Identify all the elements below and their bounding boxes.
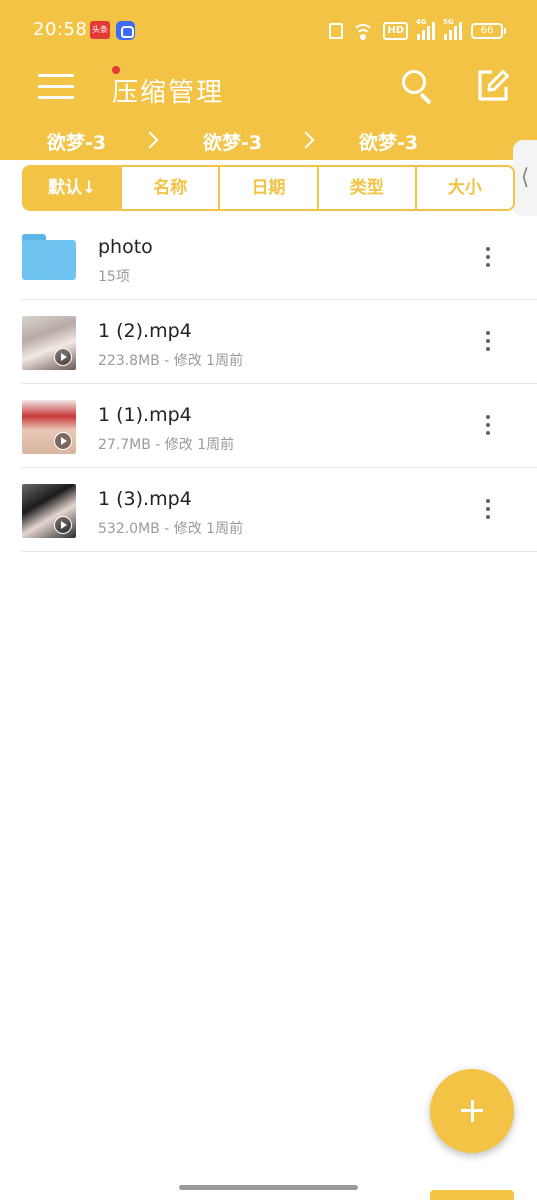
file-name: 1 (1).mp4 [98,404,192,426]
video-thumbnail [22,400,76,454]
search-icon[interactable] [400,68,436,105]
battery-icon: 66 [471,23,506,39]
status-icons: HD 4G 5G 66 [329,18,506,42]
chevron-right-icon [297,131,315,149]
more-vert-icon[interactable] [480,494,496,524]
sort-tab-type[interactable]: 类型 [316,167,415,209]
play-icon [54,432,72,450]
file-name: 1 (2).mp4 [98,320,192,342]
bottom-sheet-peek [430,1190,514,1200]
file-name: 1 (3).mp4 [98,488,192,510]
status-time: 20:58 [33,19,88,40]
play-icon [54,516,72,534]
file-meta: 223.8MB - 修改 1周前 [98,353,244,369]
vibrate-icon [329,23,344,39]
menu-button[interactable] [38,66,120,104]
chevron-right-icon [141,131,159,149]
side-panel-handle[interactable]: ⟨ [513,140,537,216]
breadcrumb-item[interactable]: 欲梦-3 [47,128,106,155]
list-item[interactable]: 1 (2).mp4 223.8MB - 修改 1周前 [22,300,537,384]
more-vert-icon[interactable] [480,326,496,356]
more-vert-icon[interactable] [480,410,496,440]
breadcrumb-item[interactable]: 欲梦-3 [203,128,262,155]
video-thumbnail [22,484,76,538]
edit-icon[interactable] [475,68,511,104]
video-thumbnail [22,316,76,370]
list-item[interactable]: photo 15项 [22,216,537,300]
app-bar: 压缩管理 欲梦-3 欲梦-3 欲梦-3 ⟨ [0,60,537,216]
file-name: photo [98,236,153,258]
sort-tab-default[interactable]: 默认↓ [24,167,121,209]
status-bar: 20:58 头条 HD 4G 5G 66 [0,0,537,60]
add-button[interactable] [430,1069,514,1153]
signal-4g-icon: 4G [416,18,435,40]
play-icon [54,348,72,366]
signal-5g-icon: 5G [443,18,462,40]
file-meta: 532.0MB - 修改 1周前 [98,521,244,537]
sort-tab-date[interactable]: 日期 [218,167,316,209]
breadcrumb-item[interactable]: 欲梦-3 [359,128,418,155]
home-indicator[interactable] [179,1185,358,1190]
breadcrumb: 欲梦-3 欲梦-3 欲梦-3 [0,126,537,156]
page-title: 压缩管理 [112,78,225,108]
chat-app-icon [116,21,135,40]
hd-badge: HD [383,22,408,40]
more-vert-icon[interactable] [480,242,496,272]
file-meta: 15项 [98,269,130,285]
sort-bar: 默认↓ 名称 日期 类型 大小 [22,165,515,211]
folder-icon [22,234,76,280]
file-meta: 27.7MB - 修改 1周前 [98,437,235,453]
list-item[interactable]: 1 (1).mp4 27.7MB - 修改 1周前 [22,384,537,468]
sort-tab-size[interactable]: 大小 [414,167,513,209]
file-list: photo 15项 1 (2).mp4 223.8MB - 修改 1周前 1 (… [22,216,537,552]
toutiao-app-icon: 头条 [90,21,110,39]
sort-tab-name[interactable]: 名称 [120,167,218,209]
wifi-icon [352,22,375,40]
list-item[interactable]: 1 (3).mp4 532.0MB - 修改 1周前 [22,468,537,552]
